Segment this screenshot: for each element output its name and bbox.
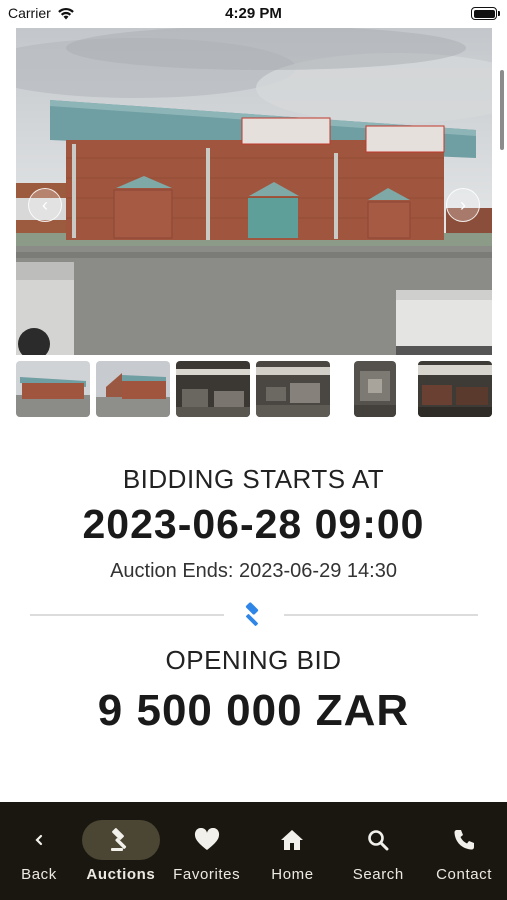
tab-contact-label: Contact: [436, 866, 493, 883]
opening-bid-value: 9 500 000 ZAR: [97, 686, 410, 735]
thumbnail-4[interactable]: [256, 361, 330, 417]
phone-icon: [454, 830, 475, 850]
bid-start-value: 2023-06-28 09:00: [82, 501, 425, 547]
tab-back-label: Back: [21, 866, 57, 883]
tab-home[interactable]: Home: [250, 802, 336, 900]
status-time: 4:29 PM: [225, 5, 282, 22]
heart-icon: [194, 828, 219, 850]
auction-ends-text: Auction Ends: 2023-06-29 14:30: [110, 560, 397, 582]
thumbnail-strip: [16, 361, 492, 417]
chevron-left-icon: [35, 834, 43, 846]
thumbnail-3[interactable]: [176, 361, 250, 417]
thumbnail-1[interactable]: [16, 361, 90, 417]
tab-favorites[interactable]: Favorites: [164, 802, 250, 900]
thumbnail-5[interactable]: [354, 361, 396, 417]
chevron-left-icon: ‹: [42, 194, 48, 215]
gallery-prev-button[interactable]: ‹: [28, 188, 62, 222]
tab-auctions[interactable]: Auctions: [78, 802, 164, 900]
tab-back[interactable]: Back: [0, 802, 78, 900]
bid-start-label: BIDDING STARTS AT: [122, 464, 385, 494]
chevron-right-icon: ›: [460, 194, 466, 215]
tab-contact[interactable]: Contact: [421, 802, 507, 900]
tab-auctions-label: Auctions: [86, 866, 156, 883]
tab-search-label: Search: [352, 866, 404, 883]
gavel-icon: [245, 602, 258, 626]
main-photo[interactable]: ‹ ›: [16, 28, 492, 355]
divider: [29, 601, 478, 629]
tab-favorites-label: Favorites: [173, 866, 241, 883]
bottom-tab-bar: Back Auctions Favorites Home Search Cont…: [0, 802, 507, 900]
gavel-icon: [110, 828, 127, 851]
opening-bid-label: OPENING BID: [165, 645, 342, 675]
scroll-indicator[interactable]: [500, 70, 504, 150]
status-bar: Carrier 4:29 PM: [0, 0, 507, 28]
tab-search[interactable]: Search: [335, 802, 421, 900]
building-photo: [16, 28, 492, 355]
battery-icon: [471, 7, 500, 20]
thumbnail-6[interactable]: [418, 361, 492, 417]
auction-info: BIDDING STARTS AT 2023-06-28 09:00 Aucti…: [0, 440, 507, 736]
home-icon: [281, 830, 304, 850]
search-icon: [368, 830, 389, 851]
gallery-next-button[interactable]: ›: [446, 188, 480, 222]
thumbnail-2[interactable]: [96, 361, 170, 417]
tab-home-label: Home: [271, 866, 314, 883]
